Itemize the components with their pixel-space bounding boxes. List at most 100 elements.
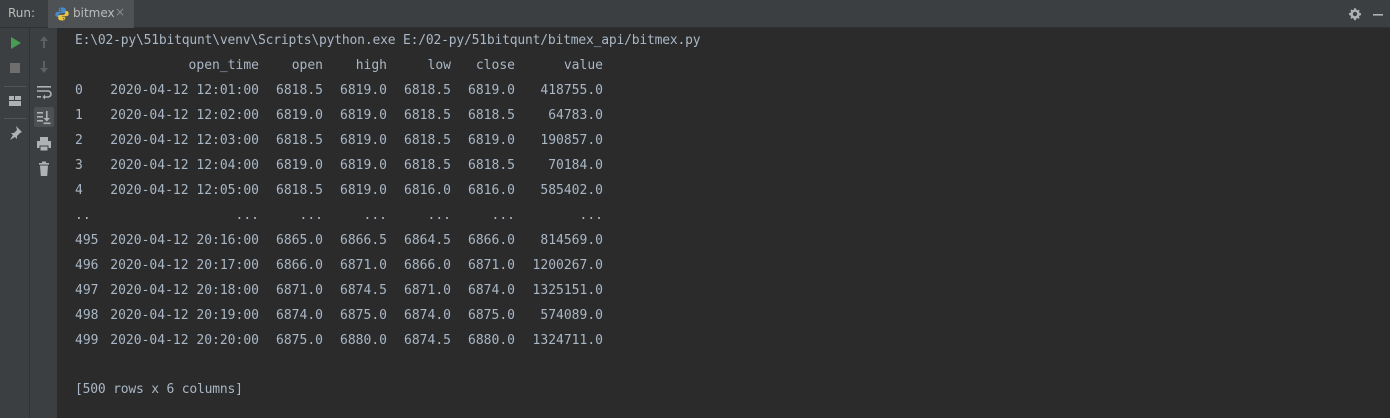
pin-icon[interactable] bbox=[5, 123, 25, 143]
cell-open: 6819.0 bbox=[276, 158, 323, 173]
tab-label: bitmex bbox=[73, 6, 115, 20]
cell-open-time: ... bbox=[235, 208, 259, 223]
row-index: 4 bbox=[75, 183, 83, 198]
cell-open-time: 2020-04-12 20:18:00 bbox=[110, 283, 259, 298]
column-header: open bbox=[291, 58, 323, 73]
column-header: close bbox=[475, 58, 515, 73]
cell-close: 6819.0 bbox=[468, 83, 515, 98]
cell-value: 585402.0 bbox=[540, 183, 603, 198]
column-header: open_time bbox=[188, 58, 259, 73]
cell-high: 6819.0 bbox=[340, 133, 387, 148]
cell-low: 6818.5 bbox=[404, 133, 451, 148]
row-index: 2 bbox=[75, 133, 83, 148]
cell-high: 6866.5 bbox=[340, 233, 387, 248]
cell-high: 6880.0 bbox=[340, 333, 387, 348]
run-toolbar bbox=[0, 28, 30, 418]
cell-open: 6865.0 bbox=[276, 233, 323, 248]
toolbar-separator bbox=[4, 86, 26, 87]
cell-close: 6874.0 bbox=[468, 283, 515, 298]
cell-low: 6818.5 bbox=[404, 158, 451, 173]
row-index: 496 bbox=[75, 258, 99, 273]
cell-value: 190857.0 bbox=[540, 133, 603, 148]
console-toolbar bbox=[30, 28, 58, 418]
row-index: 499 bbox=[75, 333, 99, 348]
cell-close: 6819.0 bbox=[468, 133, 515, 148]
close-icon[interactable]: × bbox=[115, 5, 125, 19]
row-index: .. bbox=[75, 208, 91, 223]
cell-close: 6818.5 bbox=[468, 108, 515, 123]
down-arrow-icon[interactable] bbox=[34, 57, 54, 77]
run-icon[interactable] bbox=[5, 33, 25, 53]
cell-low: 6866.0 bbox=[404, 258, 451, 273]
run-tool-window: Run: bitmex × E:\02-py\51bitqunt\venv\Sc… bbox=[0, 0, 1390, 418]
cell-value: 1200267.0 bbox=[532, 258, 603, 273]
minimize-icon[interactable] bbox=[1370, 6, 1386, 22]
python-icon bbox=[54, 6, 70, 22]
cell-low: 6818.5 bbox=[404, 83, 451, 98]
delete-icon[interactable] bbox=[34, 159, 54, 179]
cell-low: ... bbox=[427, 208, 451, 223]
cell-high: ... bbox=[363, 208, 387, 223]
cell-open: ... bbox=[299, 208, 323, 223]
cell-low: 6874.0 bbox=[404, 308, 451, 323]
cell-value: 574089.0 bbox=[540, 308, 603, 323]
cell-close: 6875.0 bbox=[468, 308, 515, 323]
cell-close: 6871.0 bbox=[468, 258, 515, 273]
cell-high: 6819.0 bbox=[340, 83, 387, 98]
column-header: low bbox=[427, 58, 451, 73]
vertical-scrollbar[interactable] bbox=[1378, 28, 1390, 418]
column-header: value bbox=[563, 58, 603, 73]
command-line: E:\02-py\51bitqunt\venv\Scripts\python.e… bbox=[75, 33, 701, 48]
cell-open-time: 2020-04-12 12:05:00 bbox=[110, 183, 259, 198]
cell-open: 6819.0 bbox=[276, 108, 323, 123]
cell-open-time: 2020-04-12 20:16:00 bbox=[110, 233, 259, 248]
run-label: Run: bbox=[8, 6, 36, 20]
gear-icon[interactable] bbox=[1347, 6, 1363, 22]
toolbar-separator bbox=[4, 118, 26, 119]
cell-high: 6819.0 bbox=[340, 108, 387, 123]
stop-icon[interactable] bbox=[5, 58, 25, 78]
scroll-to-end-icon[interactable] bbox=[34, 107, 54, 127]
cell-open-time: 2020-04-12 12:01:00 bbox=[110, 83, 259, 98]
cell-open-time: 2020-04-12 20:19:00 bbox=[110, 308, 259, 323]
tab-bitmex[interactable]: bitmex × bbox=[48, 0, 134, 28]
cell-high: 6875.0 bbox=[340, 308, 387, 323]
cell-low: 6871.0 bbox=[404, 283, 451, 298]
print-icon[interactable] bbox=[34, 134, 54, 154]
cell-close: 6816.0 bbox=[468, 183, 515, 198]
cell-high: 6819.0 bbox=[340, 158, 387, 173]
cell-close: ... bbox=[491, 208, 515, 223]
cell-open-time: 2020-04-12 20:20:00 bbox=[110, 333, 259, 348]
cell-open: 6874.0 bbox=[276, 308, 323, 323]
cell-open-time: 2020-04-12 12:03:00 bbox=[110, 133, 259, 148]
summary-line: [500 rows x 6 columns] bbox=[75, 382, 243, 397]
cell-open: 6818.5 bbox=[276, 83, 323, 98]
cell-high: 6819.0 bbox=[340, 183, 387, 198]
cell-open: 6818.5 bbox=[276, 183, 323, 198]
cell-value: 418755.0 bbox=[540, 83, 603, 98]
cell-high: 6874.5 bbox=[340, 283, 387, 298]
column-header: high bbox=[355, 58, 387, 73]
up-arrow-icon[interactable] bbox=[34, 32, 54, 52]
cell-open-time: 2020-04-12 12:02:00 bbox=[110, 108, 259, 123]
cell-close: 6818.5 bbox=[468, 158, 515, 173]
cell-high: 6871.0 bbox=[340, 258, 387, 273]
row-index: 0 bbox=[75, 83, 83, 98]
row-index: 498 bbox=[75, 308, 99, 323]
cell-open: 6871.0 bbox=[276, 283, 323, 298]
row-index: 1 bbox=[75, 108, 83, 123]
row-index: 495 bbox=[75, 233, 99, 248]
cell-value: 1324711.0 bbox=[532, 333, 603, 348]
cell-open-time: 2020-04-12 20:17:00 bbox=[110, 258, 259, 273]
cell-low: 6816.0 bbox=[404, 183, 451, 198]
cell-low: 6864.5 bbox=[404, 233, 451, 248]
layout-icon[interactable] bbox=[5, 91, 25, 111]
cell-open: 6818.5 bbox=[276, 133, 323, 148]
cell-close: 6880.0 bbox=[468, 333, 515, 348]
soft-wrap-icon[interactable] bbox=[34, 82, 54, 102]
run-header: Run: bitmex × bbox=[0, 0, 1390, 28]
console-output[interactable]: E:\02-py\51bitqunt\venv\Scripts\python.e… bbox=[58, 28, 1390, 418]
cell-close: 6866.0 bbox=[468, 233, 515, 248]
cell-open: 6875.0 bbox=[276, 333, 323, 348]
row-index: 497 bbox=[75, 283, 99, 298]
